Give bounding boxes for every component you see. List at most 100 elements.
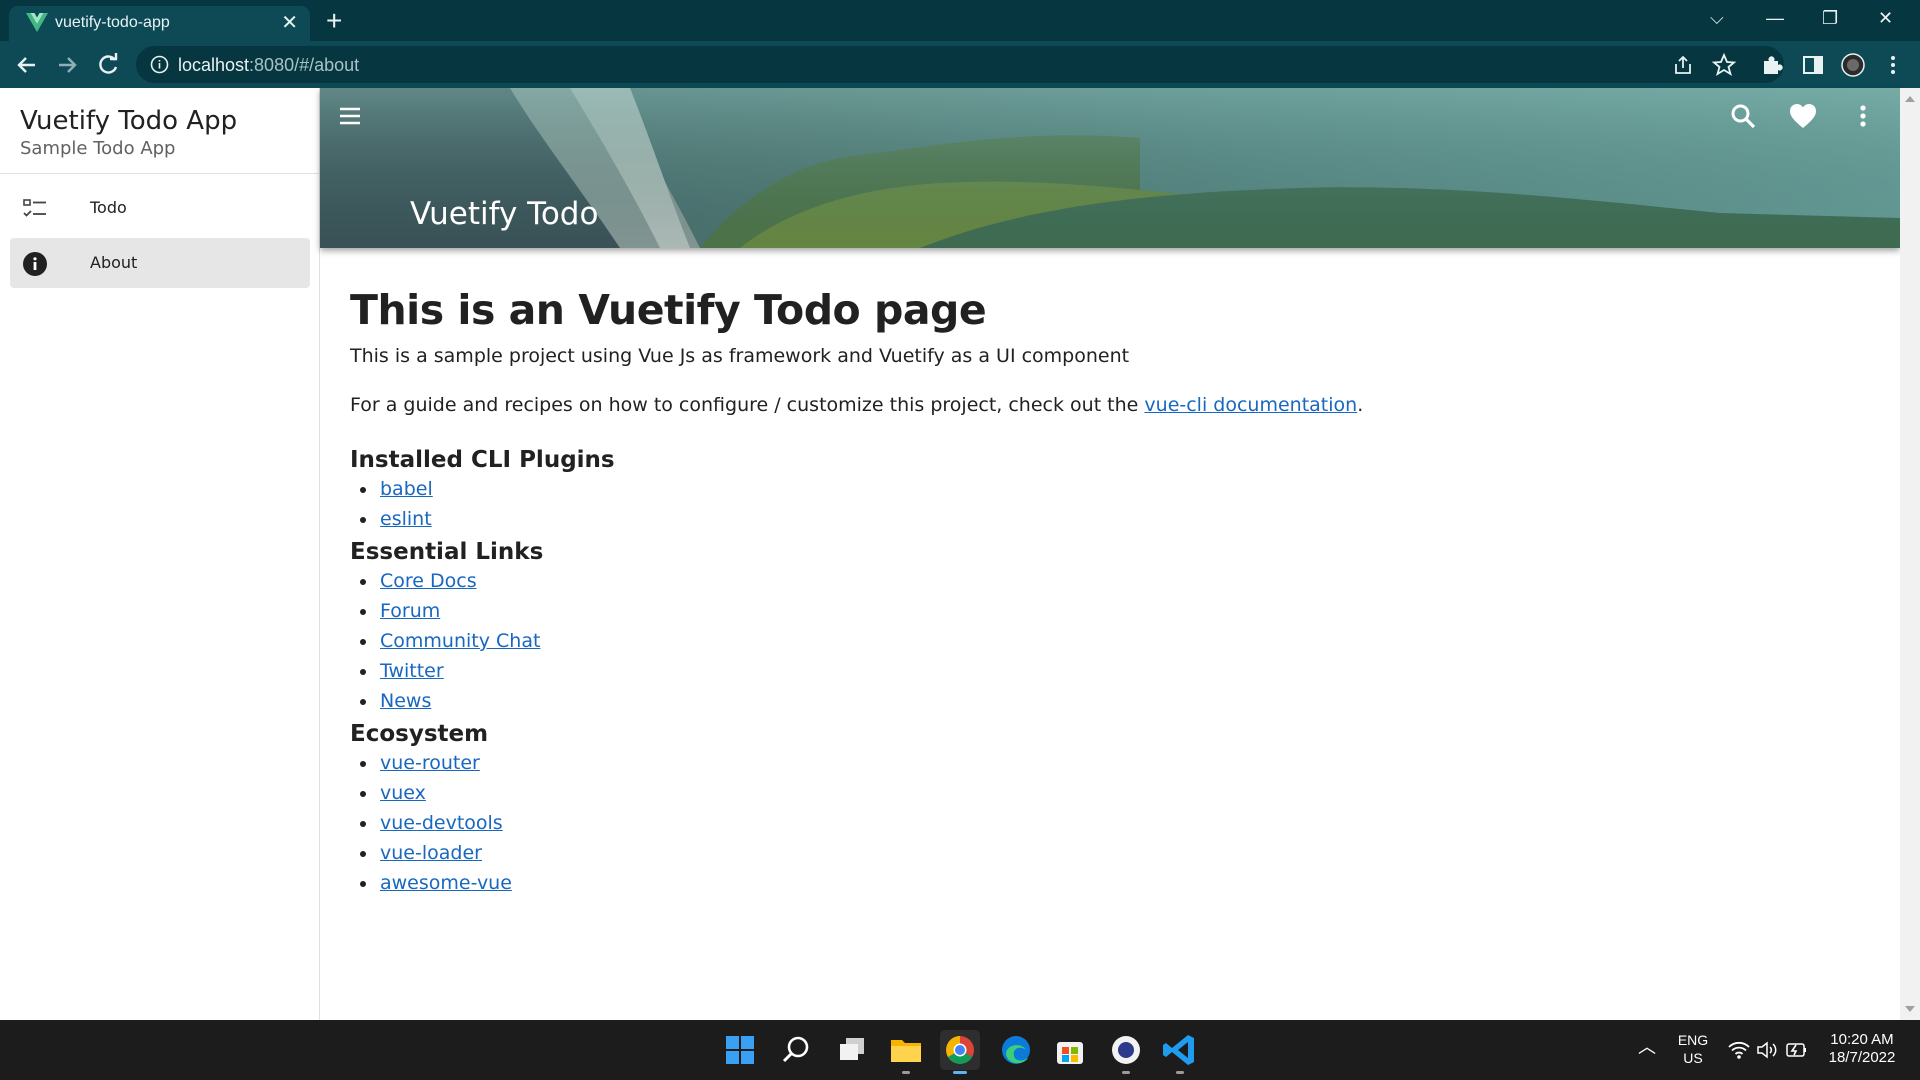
drawer-divider (0, 173, 320, 174)
guide-suffix: . (1357, 394, 1364, 416)
edge-icon[interactable] (996, 1030, 1036, 1070)
list-item: Community Chat (350, 626, 1880, 656)
vuex-link[interactable]: vuex (380, 782, 426, 804)
nav-item-about[interactable]: About (10, 238, 310, 288)
reload-icon[interactable] (93, 50, 123, 80)
forum-link[interactable]: Forum (380, 600, 440, 622)
minimize-icon[interactable]: — (1766, 6, 1784, 30)
heart-icon[interactable] (1788, 101, 1818, 131)
core-docs-link[interactable]: Core Docs (380, 570, 477, 592)
browser-tab[interactable]: vuetify-todo-app ✕ (9, 6, 310, 41)
vue-cli-docs-link[interactable]: vue-cli documentation (1144, 394, 1357, 416)
side-panel-icon[interactable] (1800, 52, 1826, 78)
about-page-content: This is an Vuetify Todo page This is a s… (350, 288, 1880, 898)
running-indicator (1176, 1071, 1184, 1074)
eslint-link[interactable]: eslint (380, 508, 432, 530)
list-item: vue-router (350, 748, 1880, 778)
profile-avatar-icon[interactable] (1840, 52, 1866, 78)
site-info-icon[interactable] (150, 55, 169, 74)
app-bar-title: Vuetify Todo (410, 196, 599, 232)
tab-search-icon[interactable]: ⌵ (1710, 6, 1724, 30)
nav-item-label: Todo (90, 198, 127, 217)
list-item: vuex (350, 778, 1880, 808)
close-window-icon[interactable]: ✕ (1878, 6, 1893, 30)
share-icon[interactable] (1670, 52, 1696, 78)
tab-close-icon[interactable]: ✕ (281, 12, 298, 34)
guide-prefix: For a guide and recipes on how to config… (350, 394, 1145, 416)
scroll-up-arrow[interactable] (1905, 96, 1915, 102)
list-item: vue-devtools (350, 808, 1880, 838)
scroll-down-arrow[interactable] (1905, 1006, 1915, 1012)
clock[interactable]: 10:20 AM 18/7/2022 (1820, 1031, 1904, 1067)
address-bar[interactable]: localhost:8080/#/about (136, 46, 1784, 83)
extensions-icon[interactable] (1759, 52, 1785, 78)
awesome-vue-link[interactable]: awesome-vue (380, 872, 512, 894)
task-view-icon[interactable] (832, 1030, 872, 1070)
windows-logo-icon (726, 1036, 754, 1064)
circle-app-icon (1112, 1036, 1140, 1064)
language-indicator[interactable]: ENG US (1676, 1031, 1710, 1067)
new-tab-icon[interactable]: + (326, 6, 342, 36)
info-icon (23, 252, 47, 276)
vue-favicon-icon (26, 13, 48, 32)
drawer-subtitle: Sample Todo App (20, 138, 176, 159)
menu-icon[interactable] (335, 101, 365, 131)
app-icon[interactable] (1106, 1030, 1146, 1074)
vue-router-link[interactable]: vue-router (380, 752, 480, 774)
section-title-essential-links: Essential Links (350, 539, 544, 565)
more-vert-icon[interactable] (1848, 101, 1878, 131)
taskbar-search-icon[interactable] (776, 1030, 816, 1070)
restore-icon[interactable]: ❐ (1822, 6, 1838, 30)
chrome-icon[interactable] (940, 1030, 980, 1074)
windows-taskbar: ︿ ENG US 10:20 AM 18/7/2022 (0, 1020, 1920, 1080)
store-icon[interactable] (1050, 1030, 1090, 1070)
vscode-icon[interactable] (1160, 1030, 1200, 1074)
magnifier-icon (782, 1036, 809, 1063)
file-explorer-icon[interactable] (886, 1030, 926, 1074)
list-item: vue-loader (350, 838, 1880, 868)
back-icon[interactable] (12, 50, 42, 80)
lang-bottom: US (1683, 1050, 1703, 1066)
forward-icon[interactable] (52, 50, 82, 80)
clock-time: 10:20 AM (1830, 1031, 1894, 1048)
intro-text: This is a sample project using Vue Js as… (350, 345, 1130, 367)
nav-item-label: About (90, 253, 138, 272)
task-view-glyph-icon (840, 1038, 864, 1060)
chrome-logo-icon (946, 1036, 974, 1064)
vscode-logo-icon (1163, 1035, 1194, 1065)
list-item: Forum (350, 596, 1880, 626)
browser-menu-icon[interactable] (1880, 52, 1906, 78)
page-heading: This is an Vuetify Todo page (350, 286, 987, 334)
tab-title: vuetify-todo-app (55, 14, 170, 31)
page-scrollbar[interactable] (1900, 88, 1920, 1020)
app-bar: Vuetify Todo (320, 88, 1900, 248)
vue-devtools-link[interactable]: vue-devtools (380, 812, 503, 834)
section-title-plugins: Installed CLI Plugins (350, 447, 615, 473)
volume-icon[interactable] (1756, 1040, 1778, 1060)
nav-item-todo[interactable]: Todo (10, 183, 310, 233)
drawer-title: Vuetify Todo App (20, 106, 238, 136)
list-item: eslint (350, 504, 1880, 534)
running-indicator (1122, 1071, 1130, 1074)
clock-date: 18/7/2022 (1828, 1049, 1896, 1066)
news-link[interactable]: News (380, 690, 431, 712)
vue-loader-link[interactable]: vue-loader (380, 842, 482, 864)
url-path: :8080/#/about (249, 55, 360, 75)
list-item: awesome-vue (350, 868, 1880, 898)
url-text: localhost:8080/#/about (178, 55, 359, 76)
chevron-up-icon[interactable]: ︿ (1638, 1038, 1656, 1056)
active-indicator (953, 1071, 967, 1074)
section-title-ecosystem: Ecosystem (350, 721, 489, 747)
twitter-link[interactable]: Twitter (380, 660, 444, 682)
ecosystem-list: vue-router vuex vue-devtools vue-loader … (350, 748, 1880, 898)
bookmark-star-icon[interactable] (1711, 52, 1737, 78)
wifi-icon[interactable] (1728, 1040, 1750, 1060)
babel-link[interactable]: babel (380, 478, 433, 500)
list-item: Twitter (350, 656, 1880, 686)
windows-start-icon[interactable] (720, 1030, 760, 1070)
community-chat-link[interactable]: Community Chat (380, 630, 540, 652)
list-item: Core Docs (350, 566, 1880, 596)
search-icon[interactable] (1728, 101, 1758, 131)
battery-icon[interactable] (1784, 1040, 1808, 1060)
essential-links-list: Core Docs Forum Community Chat Twitter N… (350, 566, 1880, 716)
